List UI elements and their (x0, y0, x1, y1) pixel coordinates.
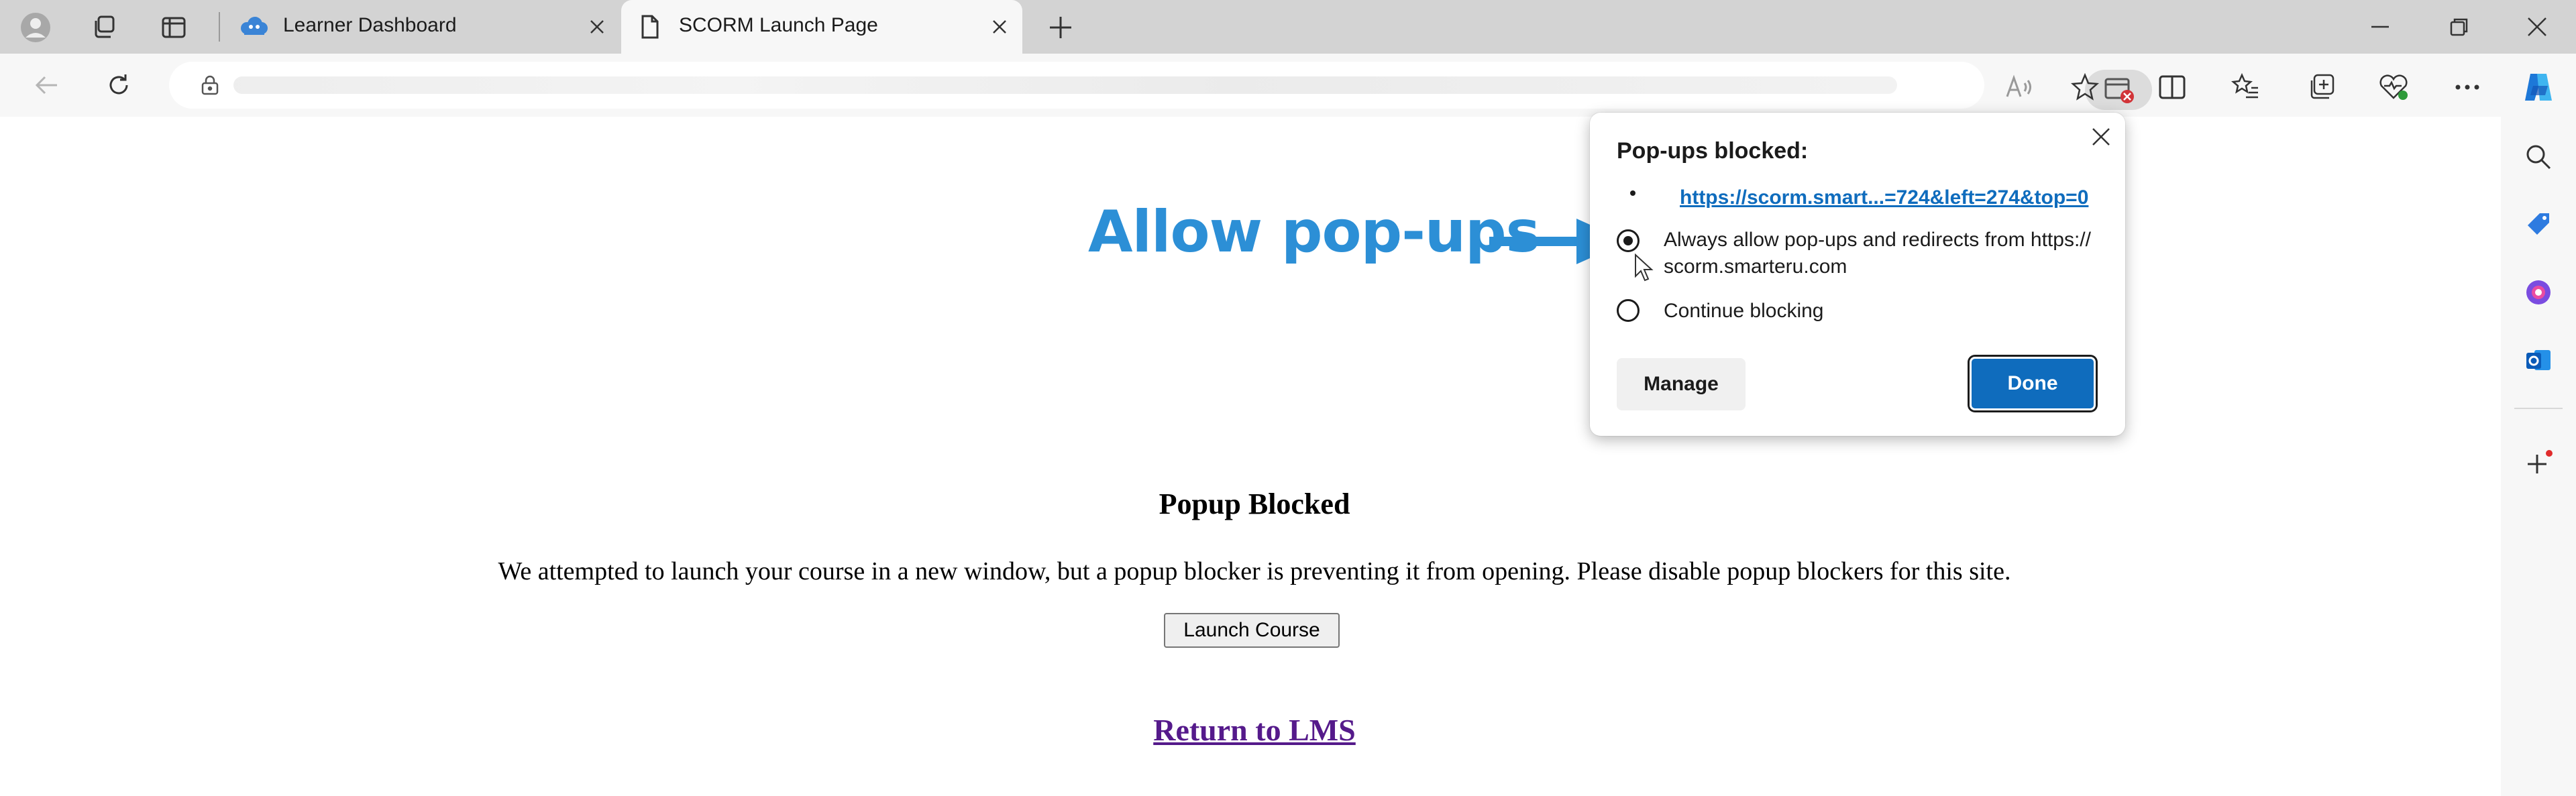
return-to-lms-link: Return to LMS (8, 712, 2501, 748)
tab-divider (219, 12, 220, 42)
always-allow-line1: Always allow pop-ups and redirects from … (1664, 229, 2091, 251)
tab-actions-icon[interactable] (157, 11, 191, 44)
launch-course-button[interactable]: Launch Course (1164, 613, 1340, 648)
tab-strip: Learner Dashboard SCORM Launch Page (0, 0, 2576, 54)
minimize-icon[interactable] (2360, 7, 2400, 47)
close-window-icon[interactable] (2517, 7, 2557, 47)
manage-button[interactable]: Manage (1617, 358, 1746, 410)
radio-continue-blocking-label[interactable]: Continue blocking (1664, 298, 1824, 325)
mouse-cursor-icon (1635, 253, 1654, 282)
cloud-people-icon (239, 13, 268, 40)
more-options-icon[interactable] (2449, 68, 2486, 106)
browser-toolbar (0, 54, 2576, 117)
close-icon[interactable] (2086, 122, 2116, 152)
popups-blocked-dialog: Pop-ups blocked: https://scorm.smart...=… (1590, 113, 2125, 436)
sidebar-divider (2514, 408, 2563, 409)
favorite-star-icon[interactable] (2066, 68, 2104, 106)
radio-always-allow-label[interactable]: Always allow pop-ups and redirects from … (1664, 227, 2091, 280)
popup-blocked-message: We attempted to launch your course in a … (498, 557, 2011, 585)
workspaces-icon[interactable] (87, 11, 121, 44)
close-tab-icon[interactable] (584, 13, 610, 40)
blocked-popup-link[interactable]: https://scorm.smart...=724&left=274&top=… (1680, 186, 2088, 209)
split-screen-icon[interactable] (2153, 68, 2191, 106)
browser-sidebar (2501, 117, 2576, 796)
refresh-icon[interactable] (102, 68, 136, 102)
tab-scorm-launch-page[interactable]: SCORM Launch Page (621, 0, 1022, 54)
page-title: Popup Blocked (1159, 488, 1350, 520)
page-icon (635, 13, 664, 40)
copilot-sidebar-icon[interactable] (2520, 274, 2557, 311)
back-arrow-icon[interactable] (30, 68, 63, 102)
outlook-icon[interactable] (2520, 342, 2557, 380)
always-allow-line2: scorm.smarteru.com (1664, 255, 1847, 278)
search-icon[interactable] (2520, 138, 2557, 176)
add-plus-icon[interactable] (2520, 445, 2557, 483)
tab-title: SCORM Launch Page (679, 14, 878, 36)
tab-title: Learner Dashboard (283, 14, 457, 36)
done-button[interactable]: Done (1970, 357, 2096, 410)
tab-learner-dashboard[interactable]: Learner Dashboard (225, 0, 620, 54)
browser-essentials-icon[interactable] (2375, 68, 2412, 106)
copilot-icon[interactable] (2520, 68, 2557, 106)
restore-icon[interactable] (2439, 7, 2479, 47)
read-aloud-icon[interactable] (2000, 68, 2038, 106)
annotation-label: Allow pop-ups (1088, 198, 1540, 266)
profile-avatar-icon[interactable] (19, 11, 52, 44)
radio-always-allow[interactable] (1617, 229, 1640, 252)
bullet-icon (1630, 190, 1635, 196)
dialog-title: Pop-ups blocked: (1617, 138, 1809, 164)
favorites-list-icon[interactable] (2227, 68, 2265, 106)
close-tab-icon[interactable] (986, 13, 1013, 40)
address-bar[interactable] (169, 62, 2152, 110)
lock-icon[interactable] (199, 74, 221, 97)
new-tab-plus-icon[interactable] (1044, 11, 1077, 44)
return-to-lms-link-text[interactable]: Return to LMS (1153, 713, 1356, 747)
url-text-obscured[interactable] (233, 76, 1897, 94)
collections-icon[interactable] (2302, 68, 2340, 106)
radio-continue-blocking[interactable] (1617, 299, 1640, 322)
shopping-tag-icon[interactable] (2520, 205, 2557, 243)
